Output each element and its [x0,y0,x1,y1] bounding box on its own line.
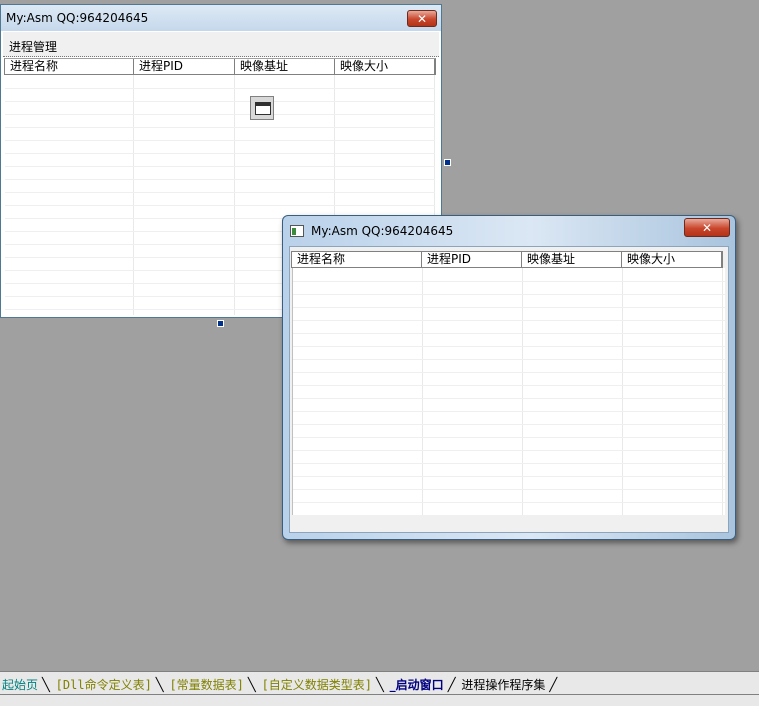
tab-startup-window[interactable]: _启动窗口 [388,675,448,695]
grid-row-line [293,463,725,464]
grid-row-line [293,450,725,451]
tab-list: 起始页 ╲ [Dll命令定义表] ╲ [常量数据表] ╲ [自定义数据类型表] ╲ _启… [0,675,557,695]
menu-item-process-management[interactable]: 进程管理 [9,38,57,55]
tab-constants[interactable]: [常量数据表] [167,675,247,695]
preview-window-close-button[interactable]: ✕ [684,218,730,237]
grid-row-line [293,281,725,282]
tab-separator: ╲ [155,678,164,693]
tab-process-assembly[interactable]: 进程操作程序集 [459,675,549,695]
preview-listview[interactable] [292,268,725,515]
design-form-close-button[interactable]: ✕ [407,10,437,27]
grid-row-line [293,476,725,477]
grid-row-line [293,346,725,347]
preview-listview-header: 进程名称 进程PID 映像基址 映像大小 [291,251,723,268]
design-listview-header: 进程名称 进程PID 映像基址 映像大小 [4,58,436,75]
grid-row-line [5,153,435,154]
grid-row-line [293,502,725,503]
tab-separator: ╲ [247,678,256,693]
column-header-image-base[interactable]: 映像基址 [522,252,622,267]
design-form-title: My:Asm QQ:964204645 [6,11,149,25]
timer-component-icon[interactable] [250,96,274,120]
grid-row-line [5,205,435,206]
grid-row-line [5,88,435,89]
grid-row-line [293,307,725,308]
column-header-process-pid[interactable]: 进程PID [134,59,235,74]
tab-custom-types[interactable]: [自定义数据类型表] [260,675,376,695]
grid-row-line [5,140,435,141]
tab-separator: ╱ [549,678,558,693]
column-header-process-name[interactable]: 进程名称 [5,59,134,74]
grid-row-line [293,398,725,399]
design-form-titlebar[interactable]: My:Asm QQ:964204645 ✕ [1,5,441,31]
grid-row-line [5,179,435,180]
grid-row-line [293,372,725,373]
grid-row-line [293,489,725,490]
column-header-image-base[interactable]: 映像基址 [235,59,335,74]
grid-row-line [293,359,725,360]
column-header-process-pid[interactable]: 进程PID [422,252,522,267]
tab-separator: ╲ [42,678,50,693]
design-form-menubar: 进程管理 [3,32,439,57]
grid-row-line [5,192,435,193]
tab-separator: ╲ [376,678,384,693]
tab-separator: ╱ [447,678,456,693]
tab-start-page[interactable]: 起始页 [0,675,42,695]
tab-strip-divider [0,694,759,695]
resize-handle-bottom[interactable] [217,320,224,327]
grid-row-line [5,101,435,102]
preview-window-client: 进程名称 进程PID 映像基址 映像大小 [289,246,729,533]
preview-window[interactable]: My:Asm QQ:964204645 ✕ 进程名称 进程PID 映像基址 映像… [282,215,736,540]
grid-row-line [5,166,435,167]
grid-row-line [293,437,725,438]
column-header-image-size[interactable]: 映像大小 [622,252,722,267]
column-header-image-size[interactable]: 映像大小 [335,59,435,74]
grid-row-line [293,333,725,334]
tab-dll-commands[interactable]: [Dll命令定义表] [54,675,156,695]
grid-row-line [293,411,725,412]
grid-row-line [293,320,725,321]
grid-row-line [293,294,725,295]
grid-row-line [293,424,725,425]
column-header-process-name[interactable]: 进程名称 [292,252,422,267]
resize-handle-right[interactable] [444,159,451,166]
grid-row-line [293,385,725,386]
grid-row-line [5,127,435,128]
app-window-icon [290,225,304,237]
preview-window-title: My:Asm QQ:964204645 [311,224,454,238]
editor-tab-strip: 起始页 ╲ [Dll命令定义表] ╲ [常量数据表] ╲ [自定义数据类型表] ╲ _启… [0,671,759,706]
grid-row-line [5,114,435,115]
